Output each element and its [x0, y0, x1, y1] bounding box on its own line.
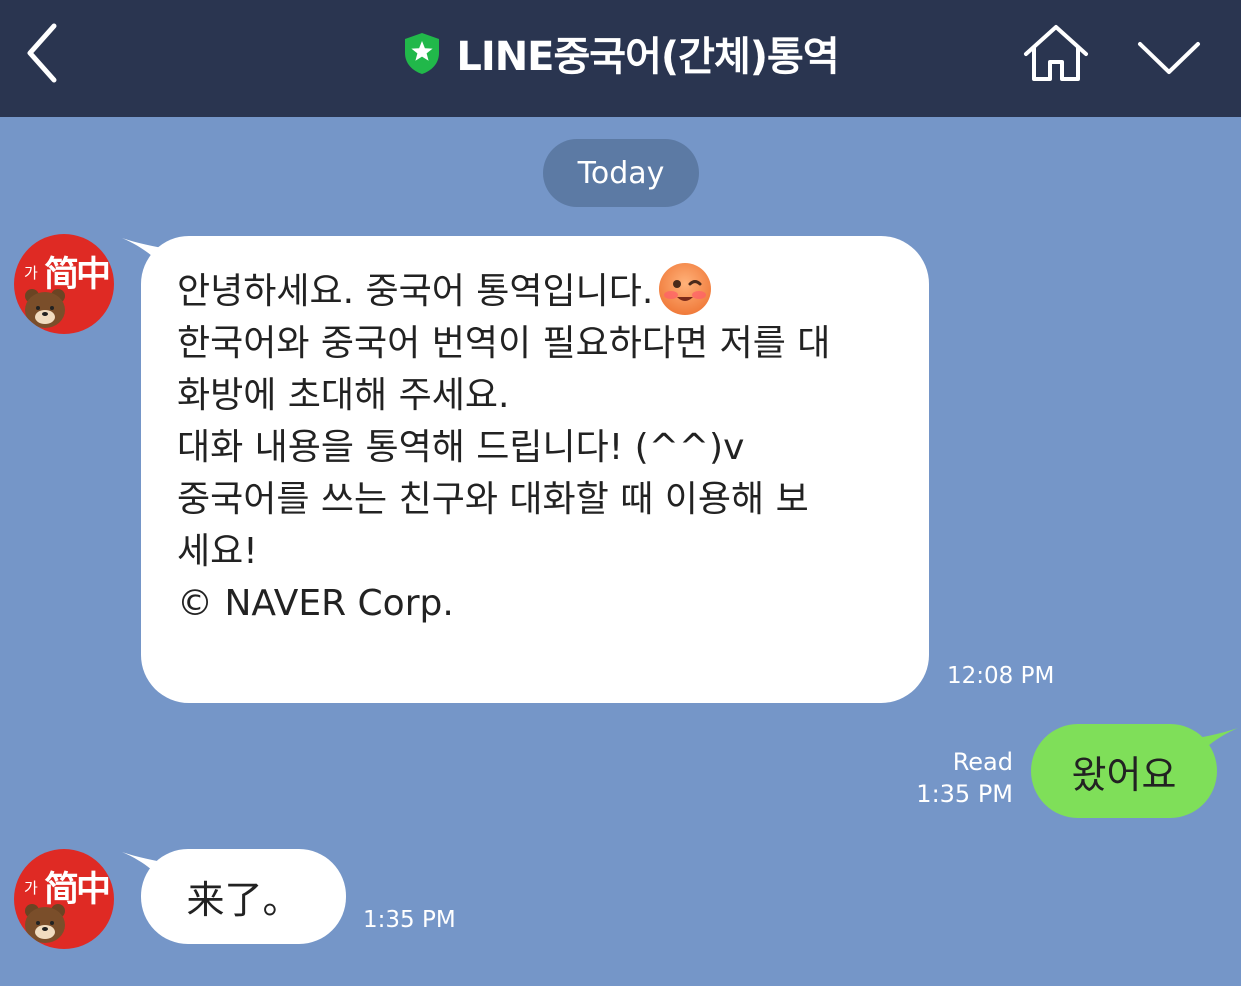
avatar-small-text: 가 [24, 879, 38, 897]
date-separator: Today [543, 139, 699, 207]
avatar-small-text: 가 [24, 264, 38, 282]
message-line: 중국어를 쓰는 친구와 대화할 때 이용해 보 [177, 479, 809, 520]
message-time: 1:35 PM [916, 780, 1013, 808]
message-line: 안녕하세요. 중국어 통역입니다. [177, 271, 654, 312]
message-bubble-bot[interactable]: 안녕하세요. 중국어 통역입니다. 한국어와 중국어 번역이 필요하다면 저를 … [141, 236, 929, 703]
brown-bear-icon [25, 904, 65, 943]
message-line: 한국어와 중국어 번역이 필요하다면 저를 대 [177, 323, 831, 364]
message-line: © NAVER Corp. [177, 583, 454, 624]
message-text: 안녕하세요. 중국어 통역입니다. 한국어와 중국어 번역이 필요하다면 저를 … [177, 263, 907, 630]
home-icon [1024, 25, 1088, 81]
green-shield-star-icon [405, 32, 440, 74]
message-bubble-me[interactable]: 왔어요 [1031, 724, 1217, 818]
message-bubble-bot[interactable]: 来了。 [141, 849, 346, 944]
message-time: 1:35 PM [363, 907, 456, 933]
chat-title: LINE중국어(간체)통역 [456, 33, 839, 80]
chevron-down-icon [1138, 42, 1200, 74]
message-line: 대화 내용을 통역해 드립니다! (^^)v [177, 427, 745, 468]
message-line: 화방에 초대해 주세요. [177, 375, 510, 416]
avatar[interactable]: 가 简中 [14, 849, 114, 949]
menu-dropdown-button[interactable] [1134, 36, 1204, 80]
read-label: Read [952, 748, 1013, 776]
message-time: 12:08 PM [947, 663, 1055, 689]
avatar[interactable]: 가 简中 [14, 234, 114, 334]
message-line: 세요! [177, 531, 258, 572]
read-receipt: Read 1:35 PM [916, 746, 1013, 810]
home-button[interactable] [1020, 22, 1092, 84]
winking-face-emoji [659, 263, 712, 315]
chat-header: LINE중국어(간체)통역 [0, 0, 1241, 117]
brown-bear-icon [25, 289, 65, 328]
